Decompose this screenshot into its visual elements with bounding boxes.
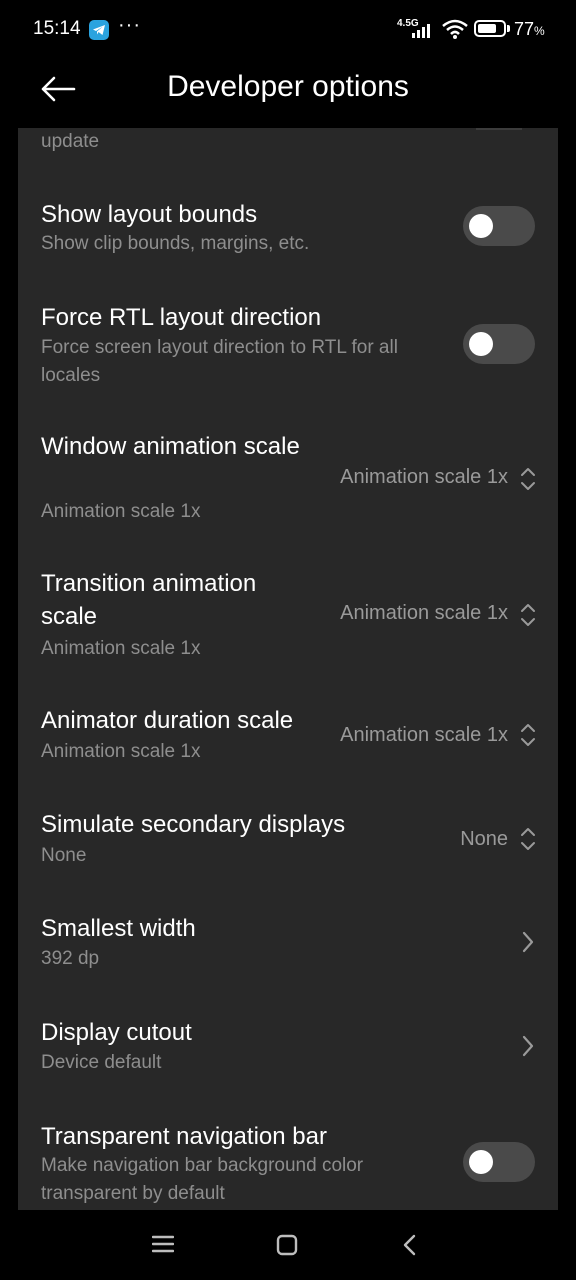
wifi-icon xyxy=(442,19,468,39)
updown-chevron-icon xyxy=(521,828,535,850)
setting-force-rtl[interactable]: Force RTL layout direction Force screen … xyxy=(18,294,558,404)
setting-subtitle: Force screen layout direction to RTL for… xyxy=(41,337,398,386)
setting-subtitle: Show clip bounds, margins, etc. xyxy=(41,233,310,254)
status-time: 15:14 xyxy=(33,18,81,39)
setting-title: Smallest width xyxy=(41,915,196,942)
setting-transition-animation-scale[interactable]: Transition animation scale Animation sca… xyxy=(18,562,558,672)
battery-tip xyxy=(507,25,510,32)
setting-subtitle: Make navigation bar background color tra… xyxy=(41,1155,364,1204)
setting-transparent-navigation-bar[interactable]: Transparent navigation bar Make navigati… xyxy=(18,1116,558,1210)
battery-icon xyxy=(474,20,506,37)
telegram-icon xyxy=(89,20,109,40)
setting-subtitle: Device default xyxy=(41,1052,162,1073)
toggle-knob xyxy=(469,1150,493,1174)
setting-subtitle: Animation scale 1x xyxy=(41,638,201,659)
show-layout-bounds-toggle[interactable] xyxy=(463,206,535,246)
chevron-right-icon xyxy=(522,931,534,953)
setting-subtitle: 392 dp xyxy=(41,948,100,969)
battery-level xyxy=(478,24,496,33)
setting-title: Show layout bounds xyxy=(41,201,258,228)
status-bar: 15:14 ··· 4.5G 77% xyxy=(0,0,576,60)
setting-subtitle: None xyxy=(41,845,87,866)
force-rtl-toggle[interactable] xyxy=(463,324,535,364)
transition-animation-scale-value[interactable]: Animation scale 1x xyxy=(340,602,508,625)
signal-icon xyxy=(412,24,430,38)
back-icon[interactable] xyxy=(402,1234,418,1256)
system-navigation-bar xyxy=(0,1210,576,1280)
setting-title: Transition animation scale xyxy=(41,570,257,630)
setting-subtitle: Animation scale 1x xyxy=(41,501,201,522)
updown-chevron-icon xyxy=(521,468,535,490)
settings-list: update Show layout bounds Show clip boun… xyxy=(18,128,558,1210)
app-header: Developer options xyxy=(0,60,576,128)
setting-subtitle: Animation scale 1x xyxy=(41,741,201,762)
secondary-displays-value[interactable]: None xyxy=(460,828,508,851)
setting-title: Animator duration scale xyxy=(41,707,294,734)
home-icon[interactable] xyxy=(276,1234,298,1256)
setting-title: Transparent navigation bar xyxy=(41,1123,327,1150)
setting-display-cutout[interactable]: Display cutout Device default xyxy=(18,1012,558,1092)
setting-window-animation-scale[interactable]: Window animation scale Animation scale 1… xyxy=(18,426,558,536)
setting-title: Window animation scale xyxy=(41,433,300,460)
setting-title: Display cutout xyxy=(41,1019,192,1046)
setting-simulate-secondary-displays[interactable]: Simulate secondary displays None None xyxy=(18,804,558,884)
updown-chevron-icon xyxy=(521,604,535,626)
setting-show-layout-bounds[interactable]: Show layout bounds Show clip bounds, mar… xyxy=(18,190,558,290)
setting-subtitle: update xyxy=(41,131,100,152)
page-title: Developer options xyxy=(167,70,409,103)
more-notifications-icon: ··· xyxy=(118,14,141,36)
toggle-knob xyxy=(469,332,493,356)
battery-percent: 77% xyxy=(514,19,545,39)
menu-icon[interactable] xyxy=(152,1234,174,1254)
updown-chevron-icon xyxy=(521,724,535,746)
partial-toggle xyxy=(476,128,522,130)
transparent-navigation-bar-toggle[interactable] xyxy=(463,1142,535,1182)
setting-smallest-width[interactable]: Smallest width 392 dp xyxy=(18,908,558,988)
window-animation-scale-value[interactable]: Animation scale 1x xyxy=(340,466,508,489)
setting-animator-duration-scale[interactable]: Animator duration scale Animation scale … xyxy=(18,700,558,780)
setting-title: Simulate secondary displays xyxy=(41,811,346,838)
animator-duration-scale-value[interactable]: Animation scale 1x xyxy=(340,724,508,747)
setting-title: Force RTL layout direction xyxy=(41,304,322,331)
toggle-knob xyxy=(469,214,493,238)
chevron-right-icon xyxy=(522,1035,534,1057)
